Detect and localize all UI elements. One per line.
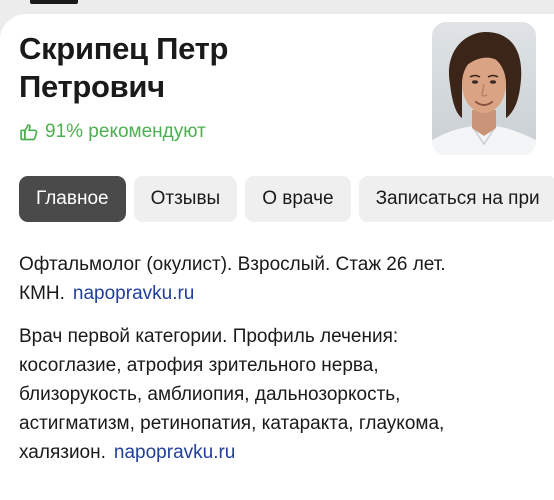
degree-line: КМН. napopravku.ru (19, 279, 544, 308)
doctor-name-line2: Петрович (19, 69, 165, 104)
treatment-profile: Врач первой категории. Профиль лечения: … (19, 322, 544, 467)
treatment-line-5: халязион. napopravku.ru (19, 438, 544, 467)
tab-book-appointment[interactable]: Записаться на при (358, 176, 554, 222)
recommend-text: 91% рекомендуют (45, 121, 206, 142)
tab-main[interactable]: Главное (19, 176, 126, 222)
specialty-info: Офтальмолог (окулист). Взрослый. Стаж 26… (19, 250, 544, 308)
treatment-line-4: астигматизм, ретинопатия, катаракта, гла… (19, 413, 445, 434)
doctor-name-line1: Скрипец Петр (19, 31, 229, 66)
tab-reviews[interactable]: Отзывы (133, 176, 238, 222)
thumbs-up-icon (20, 124, 38, 141)
tab-about[interactable]: О враче (245, 176, 351, 222)
source-link-2[interactable]: napopravku.ru (114, 442, 235, 463)
degree-text: КМН. (19, 283, 65, 304)
treatment-last-text: халязион. (19, 442, 106, 463)
recommend-rating: 91% рекомендуют (19, 121, 206, 143)
doctor-name: Скрипец Петр Петрович (19, 30, 399, 106)
treatment-line-3: близорукость, амблиопия, дальнозоркость, (19, 384, 401, 405)
doctor-photo (432, 22, 536, 155)
source-link-1[interactable]: napopravku.ru (73, 283, 194, 304)
treatment-line-2: косоглазие, атрофия зрительного нерва, (19, 355, 379, 376)
profile-tabs: Главное Отзывы О враче Записаться на при (19, 176, 554, 222)
treatment-line-1: Врач первой категории. Профиль лечения: (19, 326, 399, 347)
specialty-line: Офтальмолог (окулист). Взрослый. Стаж 26… (19, 254, 446, 275)
active-tab-indicator (30, 0, 78, 4)
